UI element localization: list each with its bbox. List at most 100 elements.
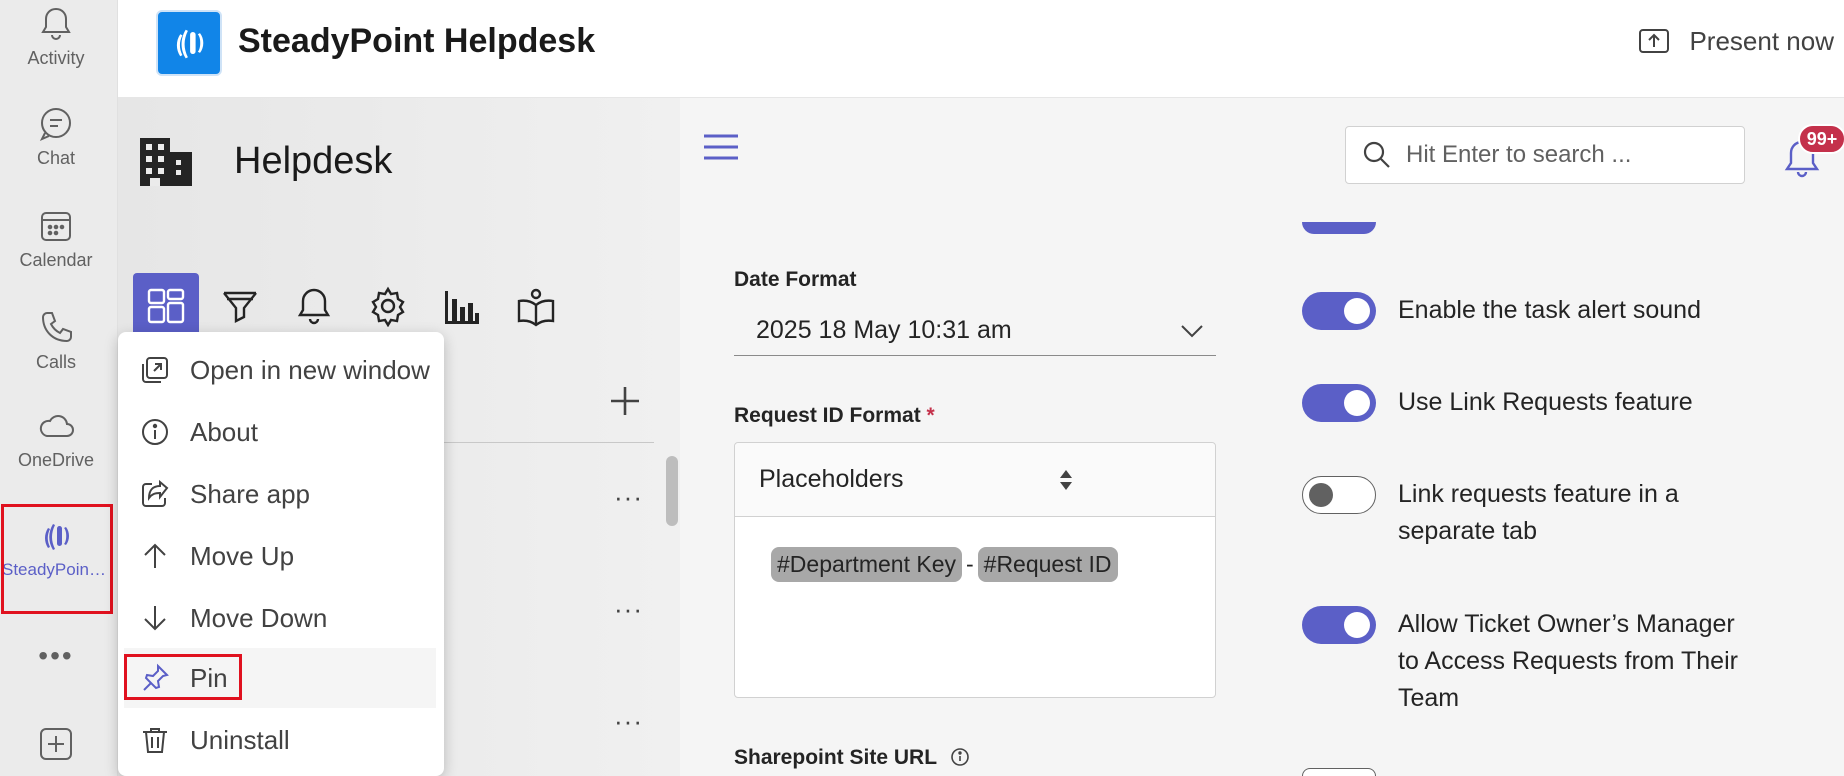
hamburger-menu-icon[interactable] bbox=[702, 132, 740, 162]
tab-filter[interactable] bbox=[207, 273, 273, 339]
sharepoint-url-text: Sharepoint Site URL bbox=[734, 746, 937, 769]
menu-label: About bbox=[190, 416, 258, 447]
toggle-label: Link requests feature in a separate tab bbox=[1398, 480, 1679, 545]
menu-item-uninstall[interactable]: Uninstall bbox=[118, 710, 444, 770]
format-separator: - bbox=[965, 551, 974, 577]
open-window-icon bbox=[142, 357, 168, 383]
toggle-switch[interactable] bbox=[1302, 292, 1376, 330]
required-mark: * bbox=[926, 404, 935, 427]
toggle-switch[interactable] bbox=[1302, 476, 1376, 514]
request-id-format-text: Request ID Format bbox=[734, 404, 921, 427]
rail-label: Chat bbox=[36, 148, 76, 168]
app-rail: Activity Chat Calendar Calls OneDrive St… bbox=[0, 0, 118, 776]
toggle-switch[interactable] bbox=[1302, 384, 1376, 422]
menu-item-about[interactable]: About bbox=[118, 402, 444, 462]
arrow-down-icon bbox=[144, 606, 166, 631]
filter-icon bbox=[223, 291, 257, 323]
menu-item-move-down[interactable]: Move Down bbox=[118, 588, 444, 648]
info-icon[interactable] bbox=[950, 747, 970, 767]
divider bbox=[438, 442, 654, 443]
toggle-label: Use Link Requests feature bbox=[1398, 388, 1693, 416]
dashboard-icon bbox=[147, 288, 185, 324]
sharepoint-url-label: Sharepoint Site URL bbox=[734, 746, 970, 770]
menu-label: Uninstall bbox=[190, 724, 290, 755]
rail-item-onedrive[interactable]: OneDrive bbox=[0, 406, 112, 471]
gear-icon bbox=[371, 286, 405, 327]
placeholders-select[interactable]: Placeholders bbox=[735, 443, 1215, 517]
teams-window: Activity Chat Calendar Calls OneDrive St… bbox=[0, 0, 1844, 776]
add-app-icon[interactable] bbox=[38, 726, 74, 762]
toggle-label: Allow Ticket Owner’s Manager to Access R… bbox=[1398, 610, 1738, 712]
row-menu-icon[interactable]: ··· bbox=[614, 594, 643, 625]
trash-icon bbox=[143, 728, 167, 753]
menu-item-open-in-new-window[interactable]: Open in new window bbox=[118, 340, 444, 400]
tab-knowledge-base[interactable] bbox=[503, 273, 569, 339]
rail-item-calendar[interactable]: Calendar bbox=[0, 206, 112, 271]
present-now-button[interactable]: Present now bbox=[1637, 24, 1834, 58]
helpdesk-toolbar bbox=[133, 272, 577, 340]
rail-item-activity[interactable]: Activity bbox=[0, 4, 112, 69]
tab-reports[interactable] bbox=[429, 273, 495, 339]
toggle-row-link-requests-separate-tab: Link requests feature in a separate tab bbox=[1302, 476, 1758, 550]
toggle-switch[interactable] bbox=[1302, 606, 1376, 644]
toggle-partial[interactable] bbox=[1302, 222, 1376, 234]
date-format-value: 2025 18 May 10:31 am bbox=[756, 316, 1012, 344]
toggle-row-link-requests: Use Link Requests feature bbox=[1302, 384, 1758, 422]
placeholders-label: Placeholders bbox=[759, 465, 904, 493]
menu-label: Move Up bbox=[190, 540, 295, 571]
toggle-partial[interactable] bbox=[1302, 768, 1376, 776]
bell-icon bbox=[41, 7, 71, 40]
more-apps-icon[interactable]: ••• bbox=[38, 640, 74, 672]
arrow-up-icon bbox=[144, 543, 166, 568]
request-id-format-box: Placeholders #Department Key - #Request … bbox=[734, 442, 1216, 698]
building-icon bbox=[140, 138, 192, 186]
format-editor[interactable]: #Department Key - #Request ID bbox=[735, 517, 1215, 582]
placeholder-chip[interactable]: #Request ID bbox=[977, 547, 1118, 582]
menu-item-share-app[interactable]: Share app bbox=[118, 464, 444, 524]
row-menu-icon[interactable]: ··· bbox=[614, 482, 643, 513]
menu-label: Share app bbox=[190, 478, 310, 509]
menu-label: Open in new window bbox=[190, 354, 430, 385]
toggle-row-owner-manager-access: Allow Ticket Owner’s Manager to Access R… bbox=[1302, 606, 1758, 717]
tab-notifications[interactable] bbox=[281, 273, 347, 339]
tab-settings[interactable] bbox=[355, 273, 421, 339]
steadypoint-logo-icon bbox=[176, 29, 204, 59]
row-menu-icon[interactable]: ··· bbox=[614, 706, 643, 737]
search-box[interactable] bbox=[1345, 126, 1745, 184]
search-input[interactable] bbox=[1406, 141, 1726, 169]
chat-icon bbox=[39, 108, 71, 141]
tab-dashboard[interactable] bbox=[133, 273, 199, 339]
pin-highlight-box bbox=[124, 654, 242, 700]
rail-label: Activity bbox=[27, 48, 85, 68]
phone-icon bbox=[41, 312, 72, 343]
notification-count-badge: 99+ bbox=[1798, 124, 1844, 154]
rail-label: Calls bbox=[35, 352, 76, 372]
menu-label: Move Down bbox=[190, 602, 328, 633]
menu-item-move-up[interactable]: Move Up bbox=[118, 526, 444, 586]
info-icon bbox=[142, 419, 168, 445]
app-logo bbox=[156, 10, 222, 76]
settings-content: 99+ Date Format 2025 18 May 10:31 am Req… bbox=[680, 98, 1844, 776]
present-now-label: Present now bbox=[1689, 25, 1834, 56]
chevron-down-icon bbox=[1181, 324, 1203, 337]
app-title: SteadyPoint Helpdesk bbox=[238, 22, 596, 60]
app-context-menu: Open in new window About Share app Move … bbox=[118, 332, 444, 776]
search-icon bbox=[1363, 141, 1390, 168]
toggle-row-task-alert-sound: Enable the task alert sound bbox=[1302, 292, 1758, 330]
scrollbar-thumb[interactable] bbox=[666, 456, 678, 526]
date-format-dropdown[interactable]: 2025 18 May 10:31 am bbox=[734, 306, 1216, 356]
cloud-icon bbox=[39, 415, 74, 437]
helpdesk-title: Helpdesk bbox=[234, 140, 393, 182]
book-icon bbox=[517, 288, 555, 327]
rail-item-chat[interactable]: Chat bbox=[0, 104, 112, 169]
request-id-format-label: Request ID Format * bbox=[734, 404, 935, 428]
rail-item-calls[interactable]: Calls bbox=[0, 308, 112, 373]
toggle-label: Enable the task alert sound bbox=[1398, 296, 1701, 324]
placeholder-chip[interactable]: #Department Key bbox=[771, 547, 962, 582]
date-format-label: Date Format bbox=[734, 268, 857, 291]
rail-label: OneDrive bbox=[17, 450, 95, 470]
add-icon[interactable] bbox=[608, 384, 642, 418]
share-icon bbox=[142, 479, 169, 507]
sort-arrows-icon bbox=[1060, 469, 1072, 490]
share-screen-icon bbox=[1639, 29, 1670, 53]
